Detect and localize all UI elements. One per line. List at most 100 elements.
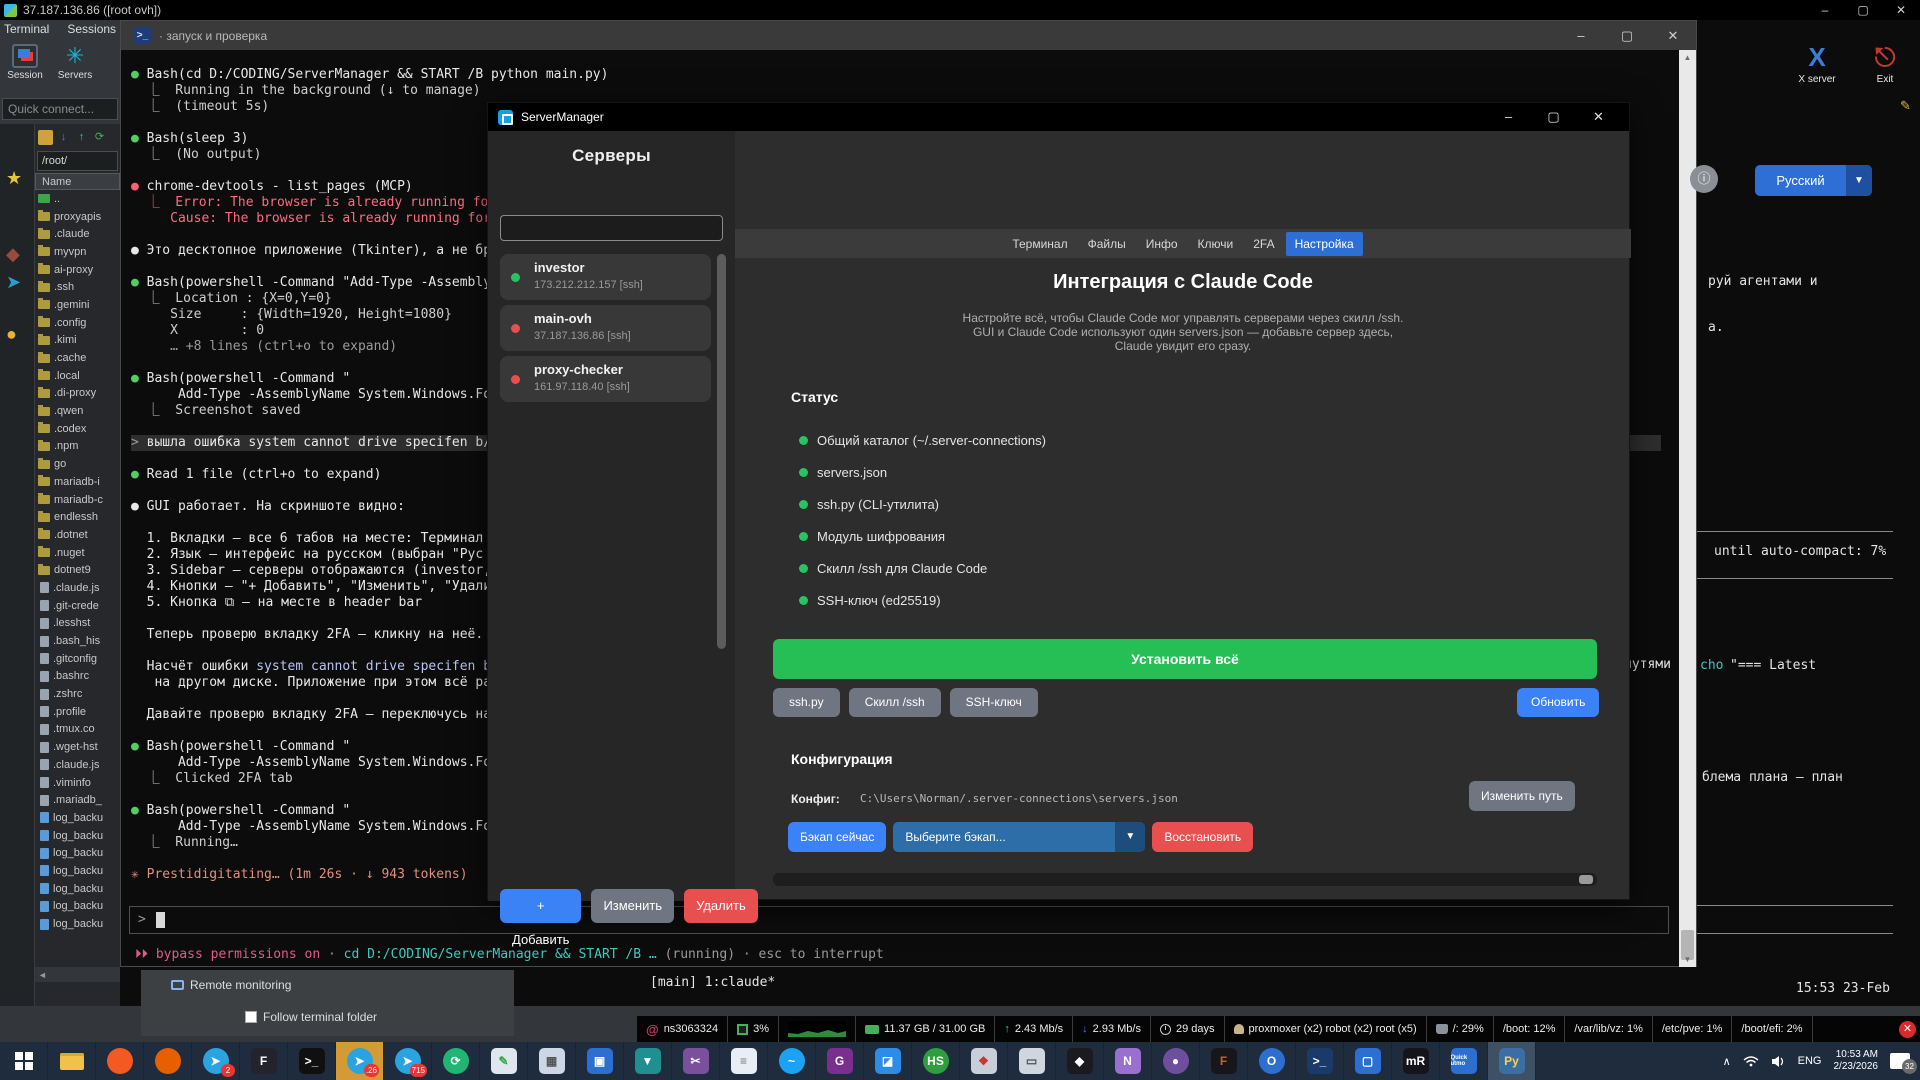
chip-SSH-ключ[interactable]: SSH-ключ xyxy=(949,688,1038,717)
terminal-minimize-button[interactable]: – xyxy=(1558,28,1604,44)
file-row[interactable]: .gemini xyxy=(35,296,120,314)
taskbar-file-explorer[interactable] xyxy=(48,1042,96,1080)
file-row[interactable]: .di-proxy xyxy=(35,385,120,403)
taskbar-foxit[interactable]: F xyxy=(240,1042,288,1080)
file-row[interactable]: log_backu xyxy=(35,809,120,827)
taskbar-bird-app[interactable]: ~ xyxy=(768,1042,816,1080)
file-row[interactable]: .claude xyxy=(35,225,120,243)
taskbar-photos[interactable]: ◪ xyxy=(864,1042,912,1080)
file-row[interactable]: .claude.js xyxy=(35,579,120,597)
sm-maximize-button[interactable]: ▢ xyxy=(1531,109,1576,125)
tab-Терминал[interactable]: Терминал xyxy=(1003,232,1076,256)
file-row[interactable]: dotnet9 xyxy=(35,561,120,579)
taskbar-telegram[interactable]: ➤ 2 xyxy=(192,1042,240,1080)
tab-Файлы[interactable]: Файлы xyxy=(1079,232,1135,256)
restore-button[interactable]: Восстановить xyxy=(1152,822,1254,852)
file-row[interactable]: log_backu xyxy=(35,880,120,898)
folder-up-icon[interactable] xyxy=(38,129,53,145)
file-panel-scrollbar[interactable]: ◄ xyxy=(35,967,121,982)
taskbar-brave[interactable] xyxy=(96,1042,144,1080)
file-row[interactable]: .bash_his xyxy=(35,632,120,650)
files-name-header[interactable]: Name xyxy=(35,173,120,190)
taskbar-notepad[interactable]: ≡ xyxy=(720,1042,768,1080)
wifi-icon[interactable] xyxy=(1743,1055,1759,1067)
Изменить-button[interactable]: Изменить xyxy=(591,889,675,923)
file-row[interactable]: .git-crede xyxy=(35,597,120,615)
taskbar-firefox[interactable] xyxy=(144,1042,192,1080)
taskbar-cmd[interactable]: >_ xyxy=(288,1042,336,1080)
file-row[interactable]: .zshrc xyxy=(35,685,120,703)
refresh-button[interactable]: Обновить xyxy=(1517,688,1600,717)
chip-ssh.py[interactable]: ssh.py xyxy=(773,688,840,717)
taskbar-github[interactable]: ● xyxy=(1152,1042,1200,1080)
taskbar-g-app[interactable]: G xyxy=(816,1042,864,1080)
terminal-input-box[interactable]: > xyxy=(129,906,1669,934)
favorites-star-icon[interactable]: ★ xyxy=(6,168,22,188)
volume-icon[interactable] xyxy=(1771,1055,1786,1068)
refresh-icon[interactable]: ⟳ xyxy=(92,130,107,145)
taskbar-powershell[interactable]: >_ xyxy=(1296,1042,1344,1080)
taskbar-figma[interactable]: F xyxy=(1200,1042,1248,1080)
server-card[interactable]: investor 173.212.212.157 [ssh] xyxy=(500,254,711,300)
mobaxterm-maximize-button[interactable]: ▢ xyxy=(1844,3,1882,17)
tab-Инфо[interactable]: Инфо xyxy=(1137,232,1187,256)
macro-icon[interactable]: ◆ xyxy=(6,244,20,264)
language-indicator[interactable]: ENG xyxy=(1798,1055,1822,1067)
taskbar-sync-app[interactable]: ⟳ xyxy=(432,1042,480,1080)
install-all-button[interactable]: Установить всё xyxy=(773,639,1597,679)
toolbar-session-button[interactable]: Session xyxy=(2,44,48,81)
server-card[interactable]: proxy-checker 161.97.118.40 [ssh] xyxy=(500,356,711,402)
file-row[interactable]: .ssh xyxy=(35,278,120,296)
notification-center-icon[interactable]: 32 xyxy=(1890,1053,1917,1074)
remote-monitoring-button[interactable]: Remote monitoring xyxy=(171,978,291,992)
server-card[interactable]: main-ovh 37.187.136.86 [ssh] xyxy=(500,305,711,351)
file-row[interactable]: mariadb-c xyxy=(35,491,120,509)
upload-icon[interactable]: ↑ xyxy=(74,130,89,145)
file-row[interactable]: .tmux.co xyxy=(35,721,120,739)
taskbar-remote-desktop[interactable]: ▢ xyxy=(1344,1042,1392,1080)
horizontal-scrollbar[interactable] xyxy=(773,873,1597,886)
scroll-up-icon[interactable]: ▲ xyxy=(1679,50,1696,65)
x-server-button[interactable]: X X server xyxy=(1790,40,1844,100)
Добавить-button[interactable]: + Добавить xyxy=(500,889,582,947)
file-row[interactable]: .cache xyxy=(35,349,120,367)
file-row[interactable]: .qwen xyxy=(35,402,120,420)
file-row[interactable]: .npm xyxy=(35,438,120,456)
file-row[interactable]: .dotnet xyxy=(35,526,120,544)
path-input[interactable]: /root/ xyxy=(37,151,118,171)
sm-close-button[interactable]: ✕ xyxy=(1576,109,1621,125)
file-row[interactable]: ai-proxy xyxy=(35,261,120,279)
file-row[interactable]: proxyapis xyxy=(35,208,120,226)
taskbar-telegram-alt[interactable]: ➤ .26 xyxy=(336,1042,384,1080)
file-row[interactable]: myvpn xyxy=(35,243,120,261)
taskbar-ring-app[interactable]: O xyxy=(1248,1042,1296,1080)
server-list-scrollbar[interactable] xyxy=(717,254,726,649)
taskbar-telegram-work[interactable]: ➤ 715 xyxy=(384,1042,432,1080)
quick-connect-input[interactable]: Quick connect... xyxy=(2,98,118,120)
menu-sessions[interactable]: Sessions xyxy=(67,22,116,36)
file-row[interactable]: endlessh xyxy=(35,508,120,526)
mobaxterm-close-button[interactable]: ✕ xyxy=(1882,3,1920,17)
taskbar-monitor-app[interactable]: ▭ xyxy=(1008,1042,1056,1080)
taskbar-visual-studio[interactable]: N xyxy=(1104,1042,1152,1080)
taskbar-start[interactable] xyxy=(0,1042,48,1080)
edit-pencil-icon[interactable]: ✎ xyxy=(1900,98,1911,114)
file-row[interactable]: .gitconfig xyxy=(35,650,120,668)
taskbar-python[interactable]: Py xyxy=(1488,1042,1536,1080)
chip-Скилл /ssh[interactable]: Скилл /ssh xyxy=(848,688,941,717)
file-row[interactable]: .codex xyxy=(35,420,120,438)
backup-select-dropdown[interactable]: Выберите бэкап... ▼ xyxy=(893,822,1146,852)
tab-Настройка[interactable]: Настройка xyxy=(1285,231,1363,256)
file-row[interactable]: .local xyxy=(35,367,120,385)
taskbar-notes-app[interactable]: ✎ xyxy=(480,1042,528,1080)
file-row[interactable]: .lesshst xyxy=(35,615,120,633)
file-row[interactable]: .config xyxy=(35,314,120,332)
file-row[interactable]: log_backu xyxy=(35,915,120,933)
scroll-down-icon[interactable]: ▼ xyxy=(1679,952,1696,967)
download-icon[interactable]: ↓ xyxy=(56,130,71,145)
follow-terminal-folder-checkbox[interactable]: Follow terminal folder xyxy=(245,1010,377,1024)
taskbar-unity[interactable]: ◆ xyxy=(1056,1042,1104,1080)
mobaxterm-minimize-button[interactable]: – xyxy=(1806,3,1844,17)
file-row[interactable]: log_backu xyxy=(35,898,120,916)
file-row[interactable]: .kimi xyxy=(35,332,120,350)
